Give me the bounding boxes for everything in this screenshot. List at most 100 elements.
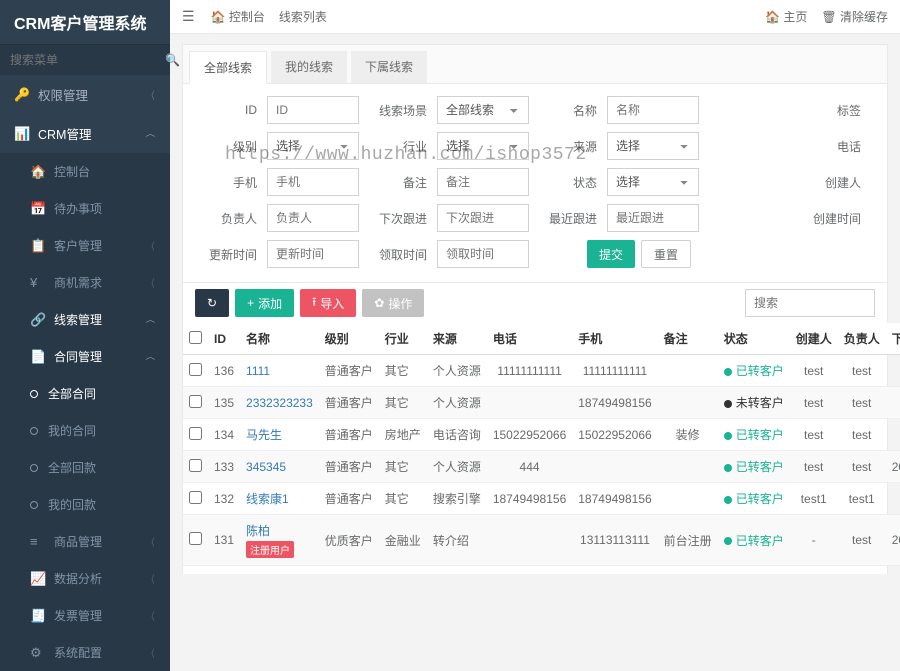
chevron-icon: 〈 (148, 645, 155, 660)
sidebar-subitem[interactable]: 📈数据分析〈 (0, 560, 170, 597)
reset-button[interactable]: 重置 (641, 240, 691, 268)
select-scene[interactable]: 全部线索 (437, 96, 529, 124)
tab[interactable]: 全部线索 (189, 51, 267, 84)
menu-icon: ≡ (30, 534, 48, 549)
menu-label: 我的合同 (48, 422, 96, 439)
cell-creator: test1 (790, 483, 838, 515)
cell-mobile: 15022952066 (572, 419, 657, 451)
row-checkbox[interactable] (189, 363, 202, 376)
sidebar-subitem[interactable]: 📋客户管理〈 (0, 227, 170, 264)
input-mobile[interactable] (267, 168, 359, 196)
sidebar-subitem[interactable]: 🏠控制台 (0, 153, 170, 190)
chevron-icon: 〈 (148, 608, 155, 623)
refresh-button[interactable]: ↻ (195, 289, 229, 317)
chevron-icon: 〈 (144, 316, 159, 323)
cell-name: 陈柏注册用户 (240, 515, 319, 566)
input-lastfollow[interactable] (607, 204, 699, 232)
name-link[interactable]: 1111 (246, 364, 270, 378)
input-remark[interactable] (437, 168, 529, 196)
input-id[interactable] (267, 96, 359, 124)
cell-remark: 222 (658, 566, 718, 575)
cell-id: 136 (208, 355, 240, 387)
row-checkbox[interactable] (189, 427, 202, 440)
add-button[interactable]: +添加 (235, 289, 294, 317)
input-nextfollow[interactable] (437, 204, 529, 232)
select-status[interactable]: 选择 (607, 168, 699, 196)
sidebar-subitem[interactable]: 🧾发票管理〈 (0, 597, 170, 634)
cell-tel (487, 387, 572, 419)
select-level[interactable]: 选择 (267, 132, 359, 160)
input-gettime[interactable] (437, 240, 529, 268)
row-checkbox[interactable] (189, 395, 202, 408)
cell-level: 普通客户 (319, 387, 379, 419)
input-owner[interactable] (267, 204, 359, 232)
tab[interactable]: 下属线索 (351, 51, 427, 83)
label-nextfollow: 下次跟进 (369, 210, 437, 227)
name-link[interactable]: 线索康1 (246, 492, 289, 506)
sidebar-subitem[interactable]: ¥商机需求〈 (0, 264, 170, 301)
label-creator: 创建人 (811, 174, 871, 191)
label-remark: 备注 (369, 174, 437, 191)
row-checkbox[interactable] (189, 459, 202, 472)
row-checkbox[interactable] (189, 532, 202, 545)
search-form: ID 线索场景全部线索 名称 标签 级别选择 行业选择 来源选择 电话 手机 备… (183, 84, 887, 282)
cell-id: 130 (208, 566, 240, 575)
row-checkbox[interactable] (189, 491, 202, 504)
submit-button[interactable]: 提交 (587, 240, 635, 268)
home-link[interactable]: 🏠 主页 (765, 8, 807, 25)
sidebar-subitem[interactable]: 📄合同管理〈 (0, 338, 170, 375)
label-ctime: 创建时间 (811, 210, 871, 227)
name-link[interactable]: 马先生 (246, 428, 282, 442)
cell-level: 普通客户 (319, 566, 379, 575)
import-button[interactable]: ⭱导入 (300, 289, 356, 317)
col-header: 行业 (379, 323, 427, 355)
crumb-dashboard[interactable]: 🏠 控制台 (211, 8, 265, 25)
cell-remark: 前台注册 (658, 515, 718, 566)
name-link[interactable]: 345345 (246, 460, 286, 474)
clear-cache-link[interactable]: 🗑 清除缓存 (821, 8, 888, 25)
input-name[interactable] (607, 96, 699, 124)
select-all-checkbox[interactable] (189, 331, 202, 344)
table-row: 131陈柏注册用户优质客户金融业转介绍13113113111前台注册已转客户-t… (183, 515, 900, 566)
menu-label: CRM管理 (38, 124, 91, 143)
select-source[interactable]: 选择 (607, 132, 699, 160)
chevron-icon: 〈 (144, 130, 159, 137)
table-search-input[interactable] (745, 289, 875, 317)
sidebar-subitem-leaf[interactable]: 我的回款 (0, 486, 170, 523)
cell-status: 已转客户 (718, 566, 790, 575)
hamburger-icon[interactable]: ☰ (182, 8, 195, 25)
ops-button[interactable]: ✿操作 (362, 289, 424, 317)
menu-search-input[interactable] (10, 53, 165, 67)
menu-search[interactable]: 🔍 (0, 45, 170, 75)
bullet-icon (30, 464, 38, 472)
label-utime: 更新时间 (199, 246, 267, 263)
cell-id: 134 (208, 419, 240, 451)
col-header: 负责人 (838, 323, 886, 355)
cell-industry: 其它 (379, 355, 427, 387)
menu-icon: 🔗 (30, 312, 48, 328)
status-dot-icon (724, 464, 732, 472)
cell-id: 135 (208, 387, 240, 419)
tab[interactable]: 我的线索 (271, 51, 347, 83)
menu-icon: 📅 (30, 201, 48, 217)
sidebar-subitem-leaf[interactable]: 我的合同 (0, 412, 170, 449)
name-link[interactable]: 陈柏 (246, 524, 270, 538)
sidebar-subitem-leaf[interactable]: 全部合同 (0, 375, 170, 412)
status-dot-icon (724, 537, 732, 545)
input-utime[interactable] (267, 240, 359, 268)
name-link[interactable]: 2332323233 (246, 396, 313, 410)
sidebar-item[interactable]: 📊CRM管理〈 (0, 114, 170, 153)
sidebar-subitem-leaf[interactable]: 全部回款 (0, 449, 170, 486)
sidebar-subitem[interactable]: ≡商品管理〈 (0, 523, 170, 560)
col-header: 名称 (240, 323, 319, 355)
status-dot-icon (724, 496, 732, 504)
cell-id: 133 (208, 451, 240, 483)
cell-next: 无 (886, 419, 900, 451)
select-industry[interactable]: 选择 (437, 132, 529, 160)
sidebar-subitem[interactable]: 📅待办事项 (0, 190, 170, 227)
sidebar-subitem[interactable]: 🔗线索管理〈 (0, 301, 170, 338)
chevron-icon: 〈 (148, 275, 155, 290)
sidebar-subitem[interactable]: ⚙系统配置〈 (0, 634, 170, 671)
sidebar-item[interactable]: 🔑权限管理〈 (0, 75, 170, 114)
cell-next: 无 (886, 483, 900, 515)
